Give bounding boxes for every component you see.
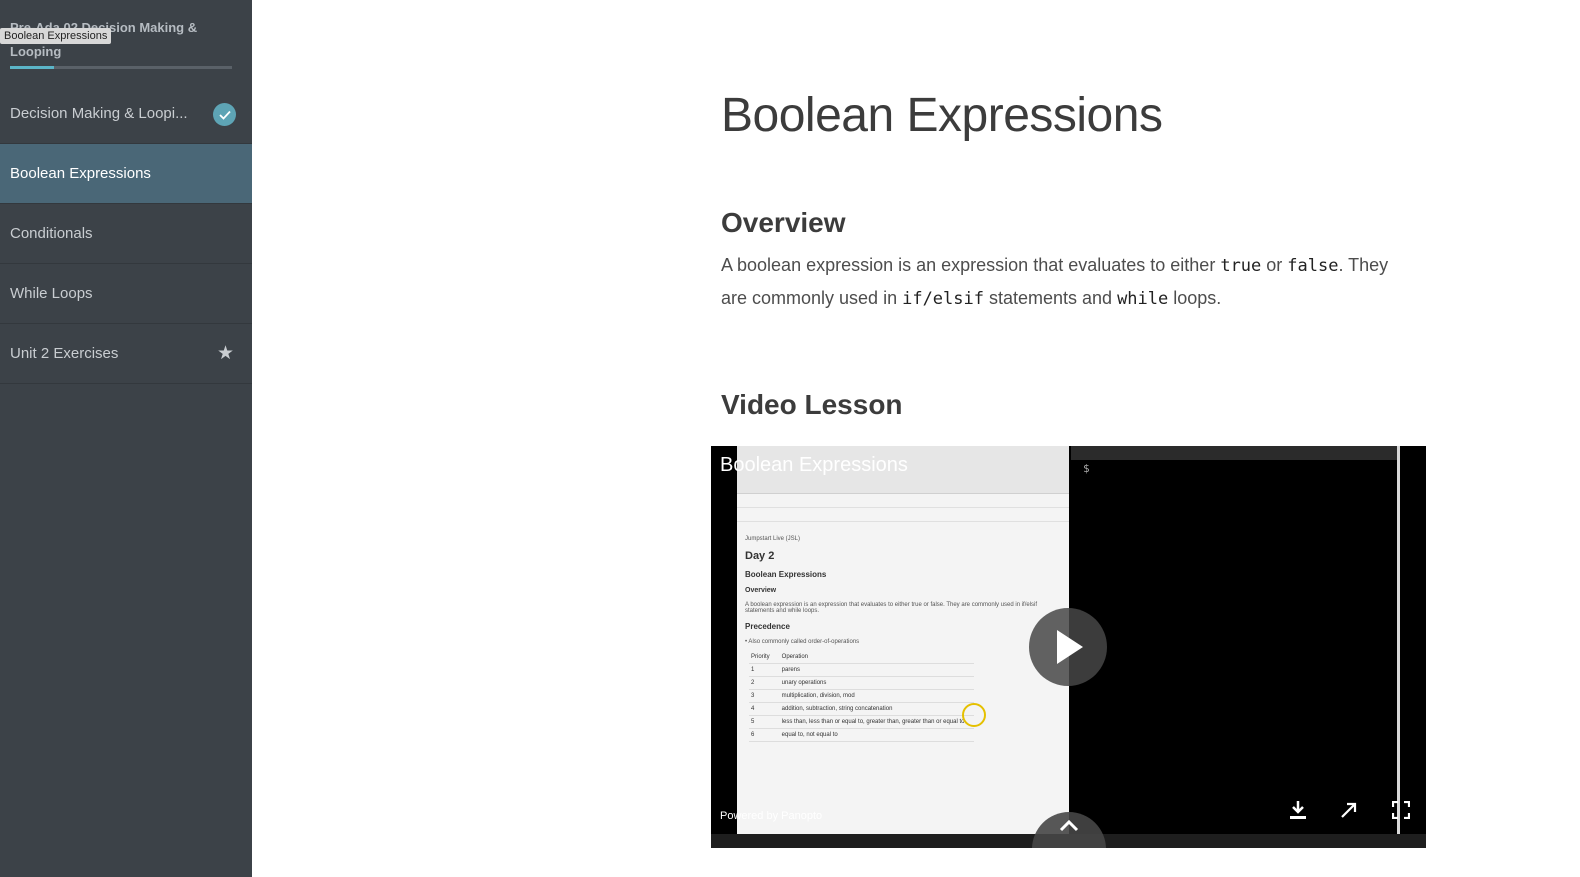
external-link-icon (1341, 802, 1357, 818)
download-icon (1290, 801, 1306, 819)
table-cell: 6 (749, 728, 780, 742)
overview-text: A boolean expression is an expression th… (721, 255, 1221, 275)
table-row: 4 addition, subtraction, string concatena… (749, 702, 975, 716)
table-cell: parens (779, 663, 975, 677)
table-cell: less than, less than or equal to, greate… (779, 715, 975, 729)
fullscreen-icon (1392, 801, 1410, 819)
tooltip: Boolean Expressions (0, 28, 112, 44)
table-row: 1 parens (749, 663, 975, 677)
video-frame-row (737, 508, 1069, 522)
star-icon: ★ (216, 343, 234, 364)
table-cell: 2 (749, 676, 780, 690)
table-cell: addition, subtraction, string concatenat… (779, 702, 975, 716)
table-cell: multiplication, division, mod (779, 689, 975, 703)
video-lesson-heading: Video Lesson (721, 389, 903, 420)
table-cell: 4 (749, 702, 780, 716)
course-progress-bar (10, 66, 232, 69)
sidebar-item-label: Unit 2 Exercises (10, 345, 119, 362)
video-title: Boolean Expressions (720, 454, 908, 476)
table-cell: 5 (749, 715, 780, 729)
video-frame-document: Jumpstart Live (JSL) Day 2 Boolean Expre… (737, 446, 1069, 848)
sidebar-item-decision-making[interactable]: Decision Making & Loopi... (0, 84, 252, 144)
powered-by-panopto[interactable]: Powered by Panopto (720, 810, 822, 822)
doc-label: Jumpstart Live (JSL) (745, 536, 801, 542)
code-true: true (1220, 256, 1262, 276)
fullscreen-button[interactable] (1389, 798, 1413, 822)
overview-heading: Overview (721, 207, 846, 238)
sidebar-item-while-loops[interactable]: While Loops (0, 264, 252, 324)
overview-paragraph: A boolean expression is an expression th… (721, 249, 1411, 315)
table-header: Priority (749, 651, 780, 664)
video-frame-doc-body: Jumpstart Live (JSL) Day 2 Boolean Expre… (737, 522, 1069, 750)
sidebar-item-label: Conditionals (10, 225, 93, 242)
code-while: while (1117, 289, 1169, 309)
overview-text: or (1261, 255, 1288, 275)
overview-text: statements and (983, 288, 1118, 308)
overview-text: loops. (1168, 288, 1222, 308)
table-cell: equal to, not equal to (779, 728, 975, 742)
video-frame-divider (1397, 446, 1400, 848)
sidebar-header: Pre-Ada 02 Decision Making & Looping Boo… (0, 0, 252, 84)
table-row: 2 unary operations (749, 676, 975, 690)
table-row: 6 equal to, not equal to (749, 728, 975, 742)
sidebar-item-unit-2-exercises[interactable]: Unit 2 Exercises ★ (0, 324, 252, 384)
play-button[interactable] (1029, 608, 1107, 686)
download-button[interactable] (1286, 798, 1310, 822)
table-header: Operation (779, 651, 975, 664)
doc-overview: Overview (745, 587, 777, 594)
code-if-elsif: if/elsif (902, 289, 984, 309)
sidebar-item-conditionals[interactable]: Conditionals (0, 204, 252, 264)
doc-precedence: Precedence (745, 622, 790, 631)
table-cell: 1 (749, 663, 780, 677)
cursor-highlight (962, 703, 986, 727)
table-row: 5 less than, less than or equal to, great… (749, 715, 975, 729)
sidebar-item-label: Decision Making & Loopi... (10, 105, 188, 122)
sidebar: Pre-Ada 02 Decision Making & Looping Boo… (0, 0, 252, 877)
play-icon (1057, 630, 1083, 664)
main-content: Boolean Expressions Overview A boolean e… (721, 0, 1441, 421)
sidebar-item-boolean-expressions[interactable]: Boolean Expressions (0, 144, 252, 204)
doc-text: A boolean expression is an expression th… (745, 602, 1038, 614)
table-cell: 3 (749, 689, 780, 703)
video-player[interactable]: Jumpstart Live (JSL) Day 2 Boolean Expre… (711, 446, 1426, 848)
doc-heading: Boolean Expressions (745, 570, 827, 579)
sidebar-item-label: Boolean Expressions (10, 165, 151, 182)
sidebar-item-label: While Loops (10, 285, 93, 302)
chevron-up-icon (1059, 819, 1079, 832)
code-false: false (1287, 256, 1339, 276)
open-external-button[interactable] (1337, 798, 1361, 822)
video-frame-terminal-bar (1071, 446, 1397, 460)
check-icon (213, 103, 236, 126)
video-frame-row (737, 494, 1069, 508)
table-row: 3 multiplication, division, mod (749, 689, 975, 703)
terminal-prompt: $ (1083, 462, 1090, 475)
doc-day: Day 2 (745, 550, 775, 562)
table-row: Priority Operation (749, 651, 975, 664)
progress-fill (10, 66, 55, 69)
doc-table: Priority Operation 1 parens 2 unary operati… (749, 651, 975, 742)
table-cell: unary operations (779, 676, 975, 690)
doc-bullet: • Also commonly called order-of-operatio… (745, 639, 860, 645)
page-title: Boolean Expressions (721, 89, 1163, 142)
